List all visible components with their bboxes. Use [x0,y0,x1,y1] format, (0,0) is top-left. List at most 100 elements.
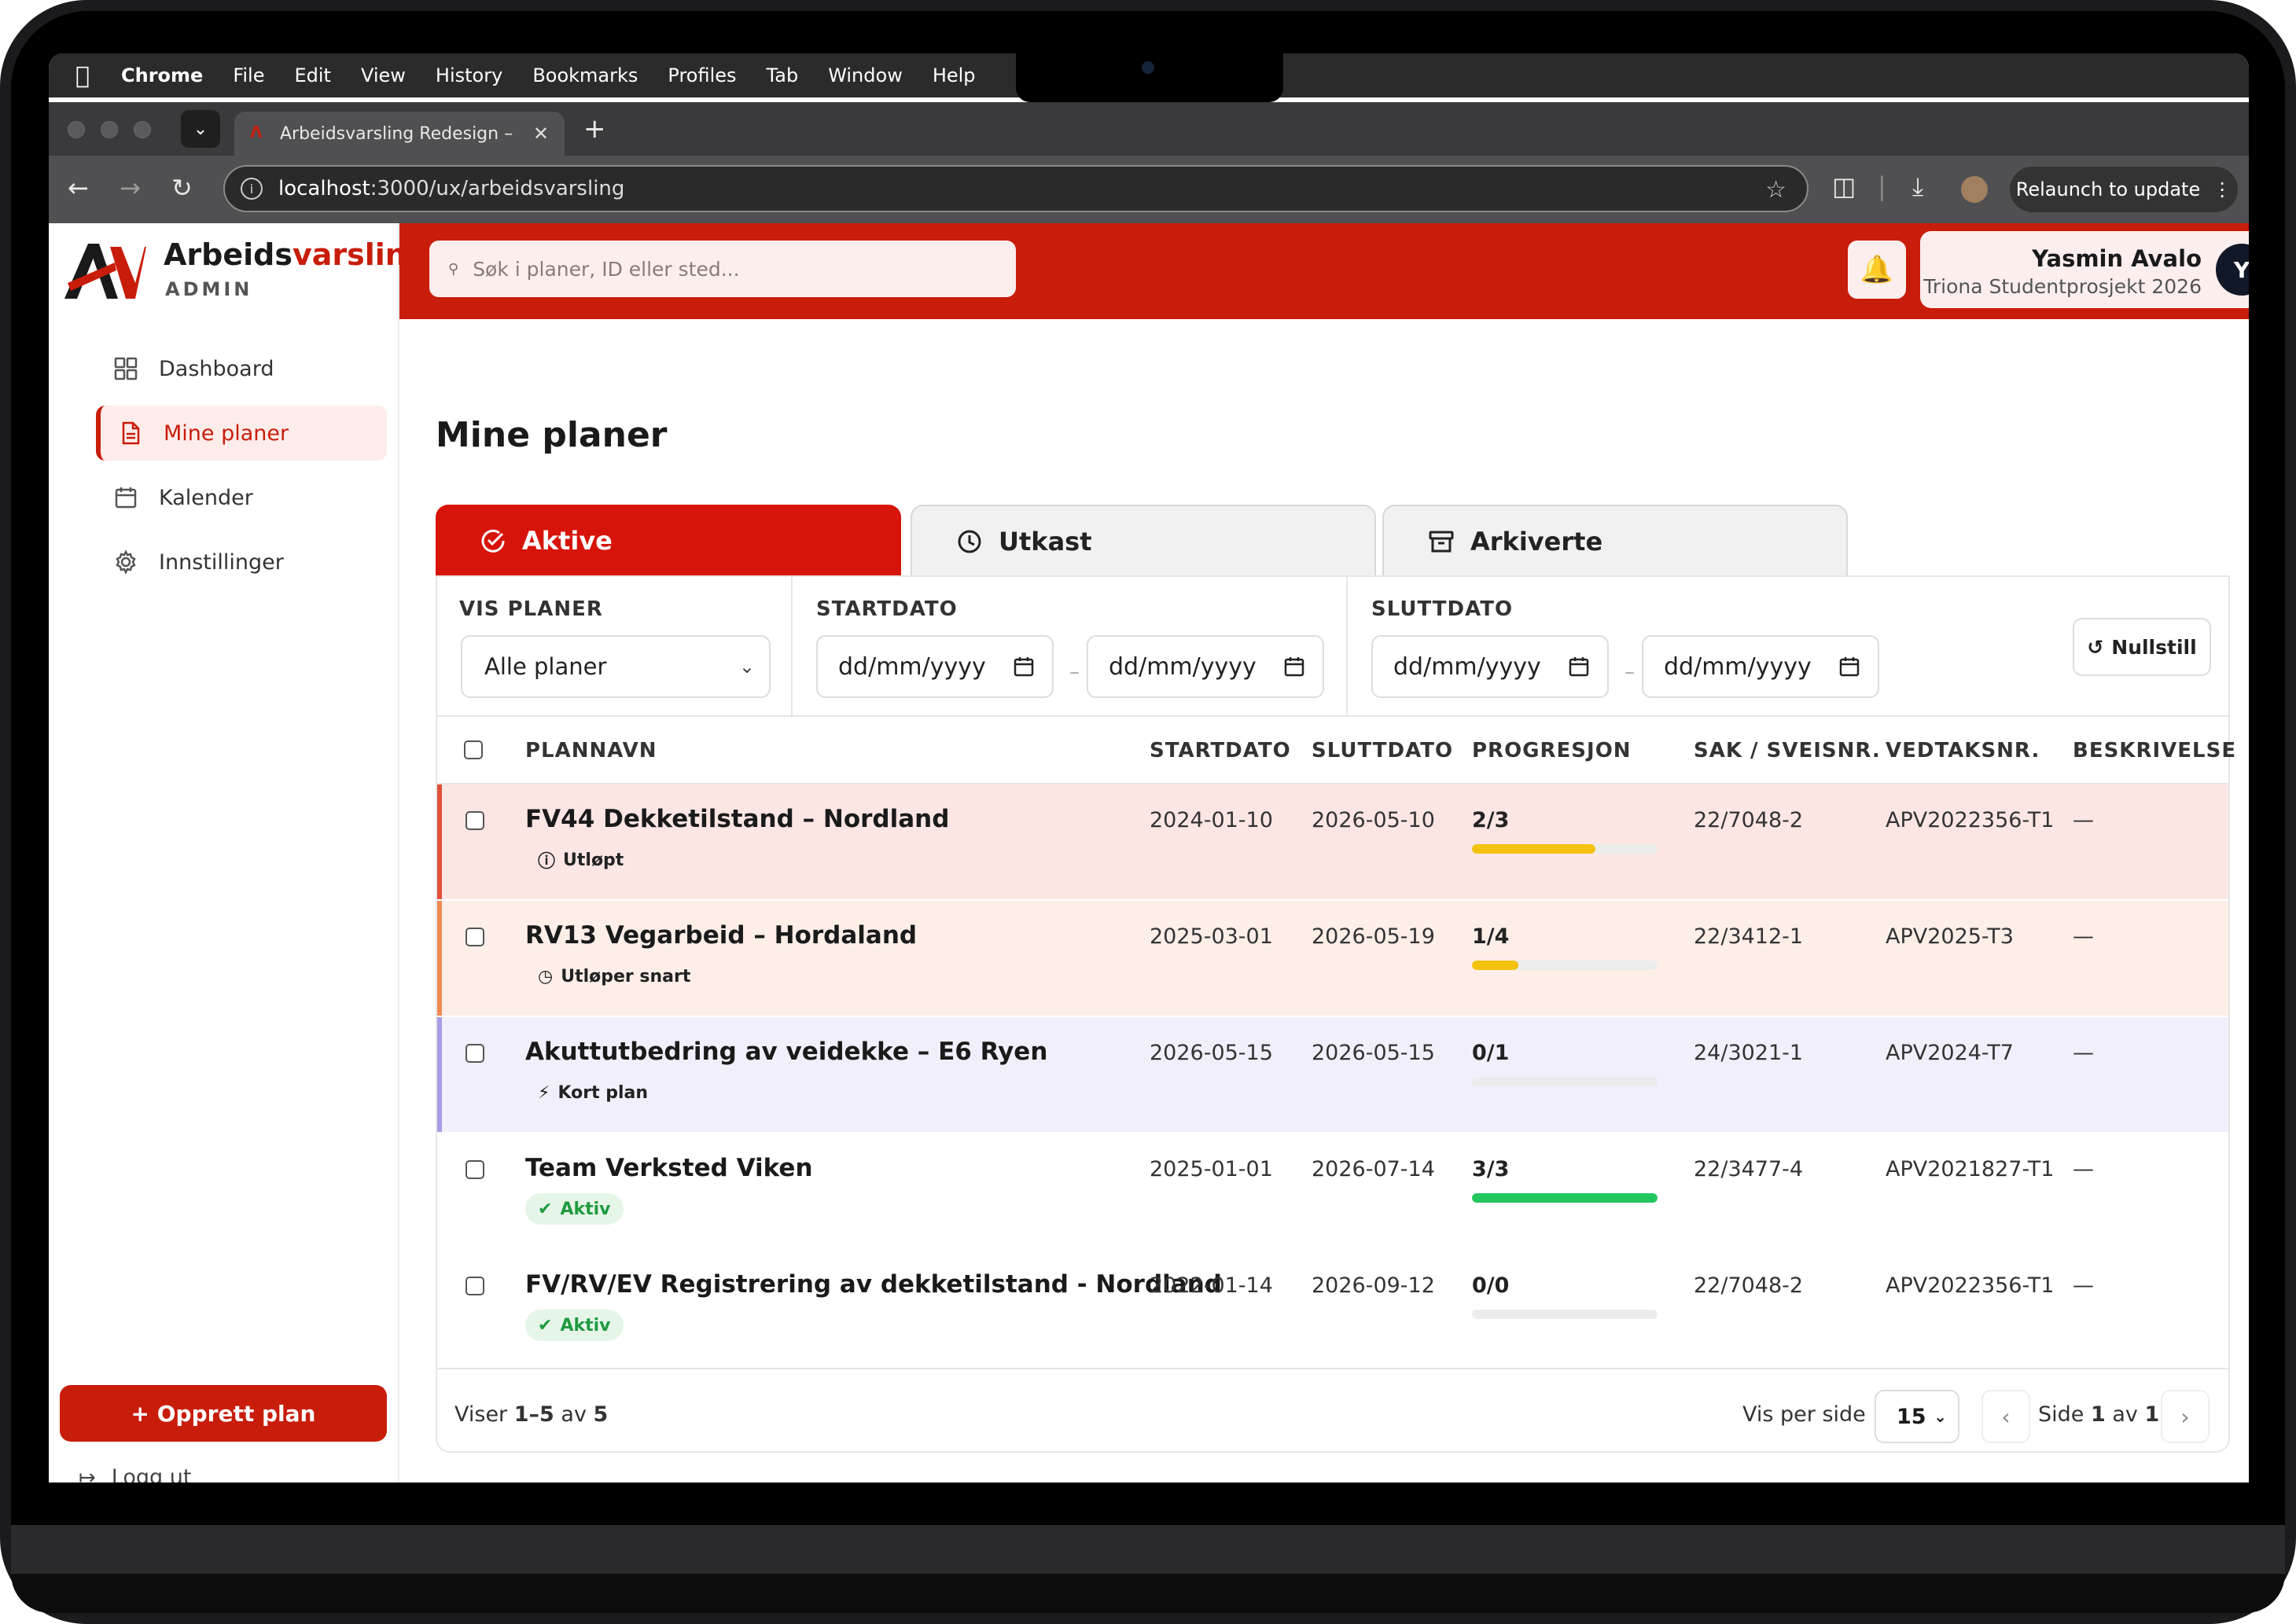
site-info-icon[interactable]: i [241,178,263,200]
column-header[interactable]: BESKRIVELSE [2073,739,2236,762]
row-checkbox[interactable] [465,1277,484,1295]
apple-icon[interactable]:  [75,62,107,90]
plan-name[interactable]: Akuttutbedring av veidekke – E6 Ryen [525,1038,1047,1066]
minimize-window-button[interactable] [101,121,118,138]
forward-icon[interactable]: → [120,173,141,203]
select-all-checkbox[interactable] [464,740,483,759]
topbar: ⚲ Søk i planer, ID eller sted... 🔔 Yasmi… [399,223,2249,319]
table-row[interactable]: Akuttutbedring av veidekke – E6 Ryen ⚡ Kor… [437,1017,2228,1132]
menu-edit[interactable]: Edit [294,64,330,86]
back-icon[interactable]: ← [68,173,89,203]
table-header: PLANNAVN STARTDATO SLUTTDATO PROGRESJON … [437,717,2235,784]
start-date: 2025-01-01 [1150,1157,1273,1181]
column-header[interactable]: VEDTAKSNR. [1886,739,2040,762]
menu-help[interactable]: Help [933,64,976,86]
check-circle-icon [478,527,508,554]
row-checkbox[interactable] [465,811,484,830]
column-header[interactable]: PROGRESJON [1472,739,1632,762]
close-tab-icon[interactable]: ✕ [533,123,549,145]
column-header[interactable]: SAK / SVEISNR. [1694,739,1881,762]
menu-window[interactable]: Window [828,64,903,86]
grid-icon [112,355,140,383]
description: — [2073,1157,2094,1181]
check-circle-icon: ✔ [538,1199,553,1219]
menu-file[interactable]: File [233,64,264,86]
menu-profiles[interactable]: Profiles [668,64,736,86]
chevron-down-icon: ⌄ [193,119,208,139]
sidebar-item-label: Kalender [159,485,253,510]
page-title: Mine planer [436,415,668,455]
tab-label: Arkiverte [1470,527,1603,557]
table-row[interactable]: RV13 Vegarbeid – Hordaland ◷ Utløper snart… [437,901,2228,1016]
end-date-to-input[interactable]: dd/mm/yyyy [1642,635,1879,698]
row-checkbox[interactable] [465,928,484,946]
date-placeholder: dd/mm/yyyy [838,652,986,681]
download-icon[interactable]: ⤓ [1912,171,1923,202]
table-row[interactable]: FV44 Dekketilstand – Nordland ⓘ Utløpt 2024… [437,784,2228,899]
status-label: Kort plan [557,1082,649,1103]
prev-page-button[interactable]: ‹ [1981,1390,2030,1443]
calendar-icon[interactable] [1838,656,1860,678]
menu-tab[interactable]: Tab [767,64,799,86]
next-page-button[interactable]: › [2161,1390,2210,1443]
logout-button[interactable]: ↦ Logg ut [79,1465,191,1483]
zoom-window-button[interactable] [134,121,151,138]
extensions-icon[interactable]: ◫ [1832,171,1856,201]
start-date-to-input[interactable]: dd/mm/yyyy [1087,635,1324,698]
create-plan-button[interactable]: + Opprett plan [60,1385,387,1442]
tab-label: Utkast [999,527,1092,557]
sidebar-item-mine-planer[interactable]: Mine planer [96,406,387,461]
tab-utkast[interactable]: Utkast [911,505,1376,577]
column-header[interactable]: STARTDATO [1150,739,1291,762]
table-row[interactable]: FV/RV/EV Registrering av dekketilstand -… [437,1250,2228,1365]
case-number: 24/3021-1 [1694,1041,1804,1065]
menu-history[interactable]: History [436,64,502,86]
plan-name[interactable]: FV/RV/EV Registrering av dekketilstand -… [525,1270,1222,1299]
plan-name[interactable]: FV44 Dekketilstand – Nordland [525,805,949,833]
notification-button[interactable]: 🔔 [1848,241,1906,299]
archive-icon [1426,528,1456,555]
tab-aktive[interactable]: Aktive [436,505,901,577]
calendar-icon[interactable] [1283,656,1305,678]
sidebar-item-innstillinger[interactable]: Innstillinger [96,535,425,590]
clock-icon: ◷ [538,966,554,987]
search-input[interactable]: ⚲ Søk i planer, ID eller sted... [429,241,1016,297]
plan-name[interactable]: RV13 Vegarbeid – Hordaland [525,921,917,950]
end-date-from-input[interactable]: dd/mm/yyyy [1371,635,1609,698]
menu-bookmarks[interactable]: Bookmarks [532,64,638,86]
tab-search-button[interactable]: ⌄ [181,110,220,148]
column-header[interactable]: SLUTTDATO [1312,739,1453,762]
reset-filters-button[interactable]: ↺ Nullstill [2073,618,2211,676]
logo-icon [64,244,146,299]
browser-tab-active[interactable]: Λ Arbeidsvarsling Redesign – ✕ [234,112,565,156]
profile-avatar[interactable] [1961,176,1988,203]
user-menu[interactable]: Yasmin Avalo Triona Studentprosjekt 2026… [1920,231,2249,308]
menu-view[interactable]: View [361,64,406,86]
close-window-button[interactable] [68,121,85,138]
start-date-from-input[interactable]: dd/mm/yyyy [816,635,1054,698]
per-page-label: Vis per side [1742,1402,1866,1427]
new-tab-button[interactable]: + [583,113,606,145]
sidebar-item-dashboard[interactable]: Dashboard [96,341,425,396]
per-page-select[interactable]: 15 ⌄ [1875,1390,1959,1443]
column-header[interactable]: PLANNAVN [525,739,657,762]
plan-name[interactable]: Team Verksted Viken [525,1154,813,1182]
address-bar[interactable]: i localhost :3000/ux/arbeidsvarsling ☆ [223,165,1808,212]
row-checkbox[interactable] [465,1160,484,1179]
status-label: Utløper snart [561,966,691,987]
bookmark-star-icon[interactable]: ☆ [1765,176,1786,204]
sidebar-item-kalender[interactable]: Kalender [96,470,425,525]
kebab-menu-icon[interactable]: ⋮ [2213,178,2232,200]
plan-filter-select[interactable]: Alle planer ⌄ [461,635,771,698]
table-row[interactable]: Team Verksted Viken ✔ Aktiv 2025-01-01 2026-… [437,1133,2228,1248]
relaunch-button[interactable]: Relaunch to update ⋮ [2010,167,2238,212]
reload-icon[interactable]: ↻ [171,173,193,203]
start-date: 2025-03-01 [1150,924,1273,949]
tab-arkiverte[interactable]: Arkiverte [1382,505,1848,577]
calendar-icon[interactable] [1568,656,1590,678]
menu-app[interactable]: Chrome [121,64,203,86]
decision-number: APV2021827-T1 [1886,1157,2055,1181]
status-label: Utløpt [563,850,624,870]
row-checkbox[interactable] [465,1044,484,1063]
calendar-icon[interactable] [1013,656,1035,678]
